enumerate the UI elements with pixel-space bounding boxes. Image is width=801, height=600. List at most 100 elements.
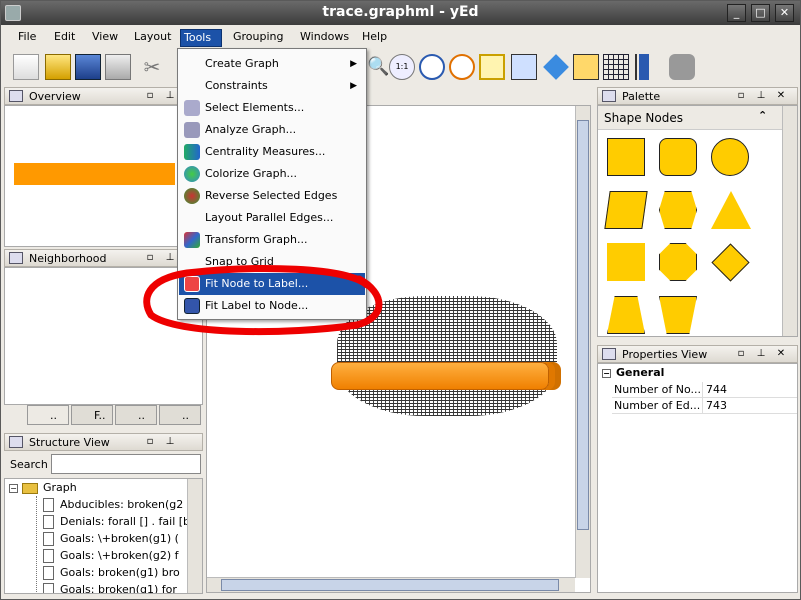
analyze-graph-icon <box>184 122 200 138</box>
submenu-arrow-icon: ▶ <box>350 81 357 91</box>
menu-item-reverse-edges[interactable]: Reverse Selected Edges <box>179 185 365 207</box>
snap-lines-icon[interactable] <box>573 54 599 80</box>
minimize-button[interactable]: _ <box>727 4 746 22</box>
node-ellipse-shape[interactable] <box>711 138 749 176</box>
zoom-fit-icon[interactable] <box>449 54 475 80</box>
menu-item-select-elements[interactable]: Select Elements... <box>179 97 365 119</box>
close-icon[interactable]: ✕ <box>774 89 788 103</box>
document-icon <box>43 583 54 593</box>
menu-file[interactable]: File <box>15 29 39 47</box>
search-input[interactable] <box>51 454 201 474</box>
tree-root[interactable]: − Graph <box>9 479 77 496</box>
cut-icon[interactable]: ✂ <box>139 54 165 80</box>
pin-icon[interactable]: ⊥ <box>754 347 768 361</box>
menu-item-transform-graph[interactable]: Transform Graph... <box>179 229 365 251</box>
float-icon[interactable]: ▫ <box>143 435 157 449</box>
app-window: trace.graphml - yEd _ □ ✕ File Edit View… <box>0 0 801 600</box>
menu-edit[interactable]: Edit <box>51 29 78 47</box>
properties-panel: − General Number of No... 744 Number of E… <box>597 363 798 593</box>
menu-view[interactable]: View <box>89 29 121 47</box>
node-rectangle-shape[interactable] <box>607 138 645 176</box>
fit-content-icon[interactable] <box>479 54 505 80</box>
property-row: Number of No... 744 <box>612 382 797 398</box>
export-icon[interactable] <box>105 54 131 80</box>
float-icon[interactable]: ▫ <box>734 89 748 103</box>
property-name: Number of No... <box>614 383 702 396</box>
node-octagon-shape[interactable] <box>659 243 697 281</box>
navigate-mode-icon[interactable] <box>543 54 569 80</box>
tree-item[interactable]: Goals: \+broken(g2) f <box>43 547 179 564</box>
pin-icon[interactable]: ⊥ <box>754 89 768 103</box>
node-rounded-rectangle-shape[interactable] <box>659 138 697 176</box>
submenu-arrow-icon: ▶ <box>350 59 357 69</box>
open-folder-icon[interactable] <box>45 54 71 80</box>
canvas-horizontal-scrollbar[interactable] <box>207 577 575 592</box>
properties-header: Properties View ▫ ⊥ ✕ <box>597 345 798 363</box>
flag-icon[interactable] <box>635 54 661 80</box>
tree-item[interactable]: Goals: broken(g1) for <box>43 581 177 593</box>
tree-item[interactable]: Goals: broken(g1) bro <box>43 564 180 581</box>
palette-section-header[interactable]: Shape Nodes ⌃ <box>598 106 782 130</box>
menu-layout[interactable]: Layout <box>131 29 174 47</box>
pin-icon[interactable]: ⊥ <box>163 435 177 449</box>
document-icon <box>43 566 54 580</box>
canvas-vertical-scrollbar[interactable] <box>575 106 590 578</box>
float-icon[interactable]: ▫ <box>734 347 748 361</box>
properties-section[interactable]: − General <box>602 366 664 379</box>
grid-icon[interactable] <box>603 54 629 80</box>
side-tab[interactable]: .. <box>27 405 69 425</box>
save-icon[interactable] <box>75 54 101 80</box>
menu-item-analyze-graph[interactable]: Analyze Graph... <box>179 119 365 141</box>
menu-windows[interactable]: Windows <box>297 29 352 47</box>
collapse-icon[interactable]: − <box>9 483 18 493</box>
menu-tools[interactable]: Tools <box>180 29 222 47</box>
pin-icon[interactable]: ⊥ <box>163 89 177 103</box>
close-button[interactable]: ✕ <box>775 4 794 22</box>
plugin-icon[interactable] <box>669 54 695 80</box>
new-document-icon[interactable] <box>13 54 39 80</box>
zoom-out-icon[interactable] <box>419 54 445 80</box>
menu-item-constraints[interactable]: Constraints ▶ <box>179 75 365 97</box>
window-title: trace.graphml - yEd <box>322 4 479 20</box>
menu-item-layout-parallel-edges[interactable]: Layout Parallel Edges... <box>179 207 365 229</box>
palette-scrollbar[interactable] <box>782 106 797 336</box>
scroll-thumb[interactable] <box>221 579 559 591</box>
menu-help[interactable]: Help <box>359 29 390 47</box>
node-hexagon-shape[interactable] <box>659 191 697 229</box>
tree-scrollbar[interactable] <box>187 479 202 593</box>
side-tab[interactable]: .. <box>115 405 157 425</box>
tree-item[interactable]: Abducibles: broken(g2 <box>43 496 183 513</box>
side-tabs: .. F.. .. .. <box>27 405 203 425</box>
side-tab[interactable]: F.. <box>71 405 113 425</box>
node-triangle-shape[interactable] <box>711 191 751 229</box>
float-icon[interactable]: ▫ <box>143 89 157 103</box>
palette-section-title: Shape Nodes <box>604 111 683 125</box>
maximize-button[interactable]: □ <box>751 4 770 22</box>
palette-icon <box>602 90 616 102</box>
side-tab[interactable]: .. <box>159 405 201 425</box>
zoom-1-1-icon[interactable]: 1:1 <box>389 54 415 80</box>
node-diamond-shape[interactable] <box>711 243 750 282</box>
edit-mode-icon[interactable] <box>511 54 537 80</box>
collapse-section-icon[interactable]: ⌃ <box>758 109 767 122</box>
node-square-shape[interactable] <box>607 243 645 281</box>
menu-item-colorize-graph[interactable]: Colorize Graph... <box>179 163 365 185</box>
tree-item[interactable]: Denials: forall [] . fail [b <box>43 513 190 530</box>
document-icon <box>43 532 54 546</box>
node-inverted-trapezoid-shape[interactable] <box>659 296 697 334</box>
node-trapezoid-shape[interactable] <box>607 296 645 334</box>
scroll-thumb[interactable] <box>577 120 589 530</box>
node-parallelogram-shape[interactable] <box>604 191 648 229</box>
menu-grouping[interactable]: Grouping <box>230 29 287 47</box>
properties-title: Properties View <box>622 348 708 361</box>
graph-node-stack[interactable] <box>331 362 549 390</box>
structure-tree[interactable]: − Graph Abducibles: broken(g2 Denials: fo… <box>4 478 203 594</box>
collapse-icon[interactable]: − <box>602 369 611 378</box>
search-label: Search <box>10 458 48 471</box>
close-icon[interactable]: ✕ <box>774 347 788 361</box>
overview-panel[interactable] <box>4 105 203 247</box>
menu-item-create-graph[interactable]: Create Graph ▶ <box>179 53 365 75</box>
colorize-icon <box>184 166 200 182</box>
menu-item-centrality-measures[interactable]: Centrality Measures... <box>179 141 365 163</box>
tree-item[interactable]: Goals: \+broken(g1) ( <box>43 530 179 547</box>
